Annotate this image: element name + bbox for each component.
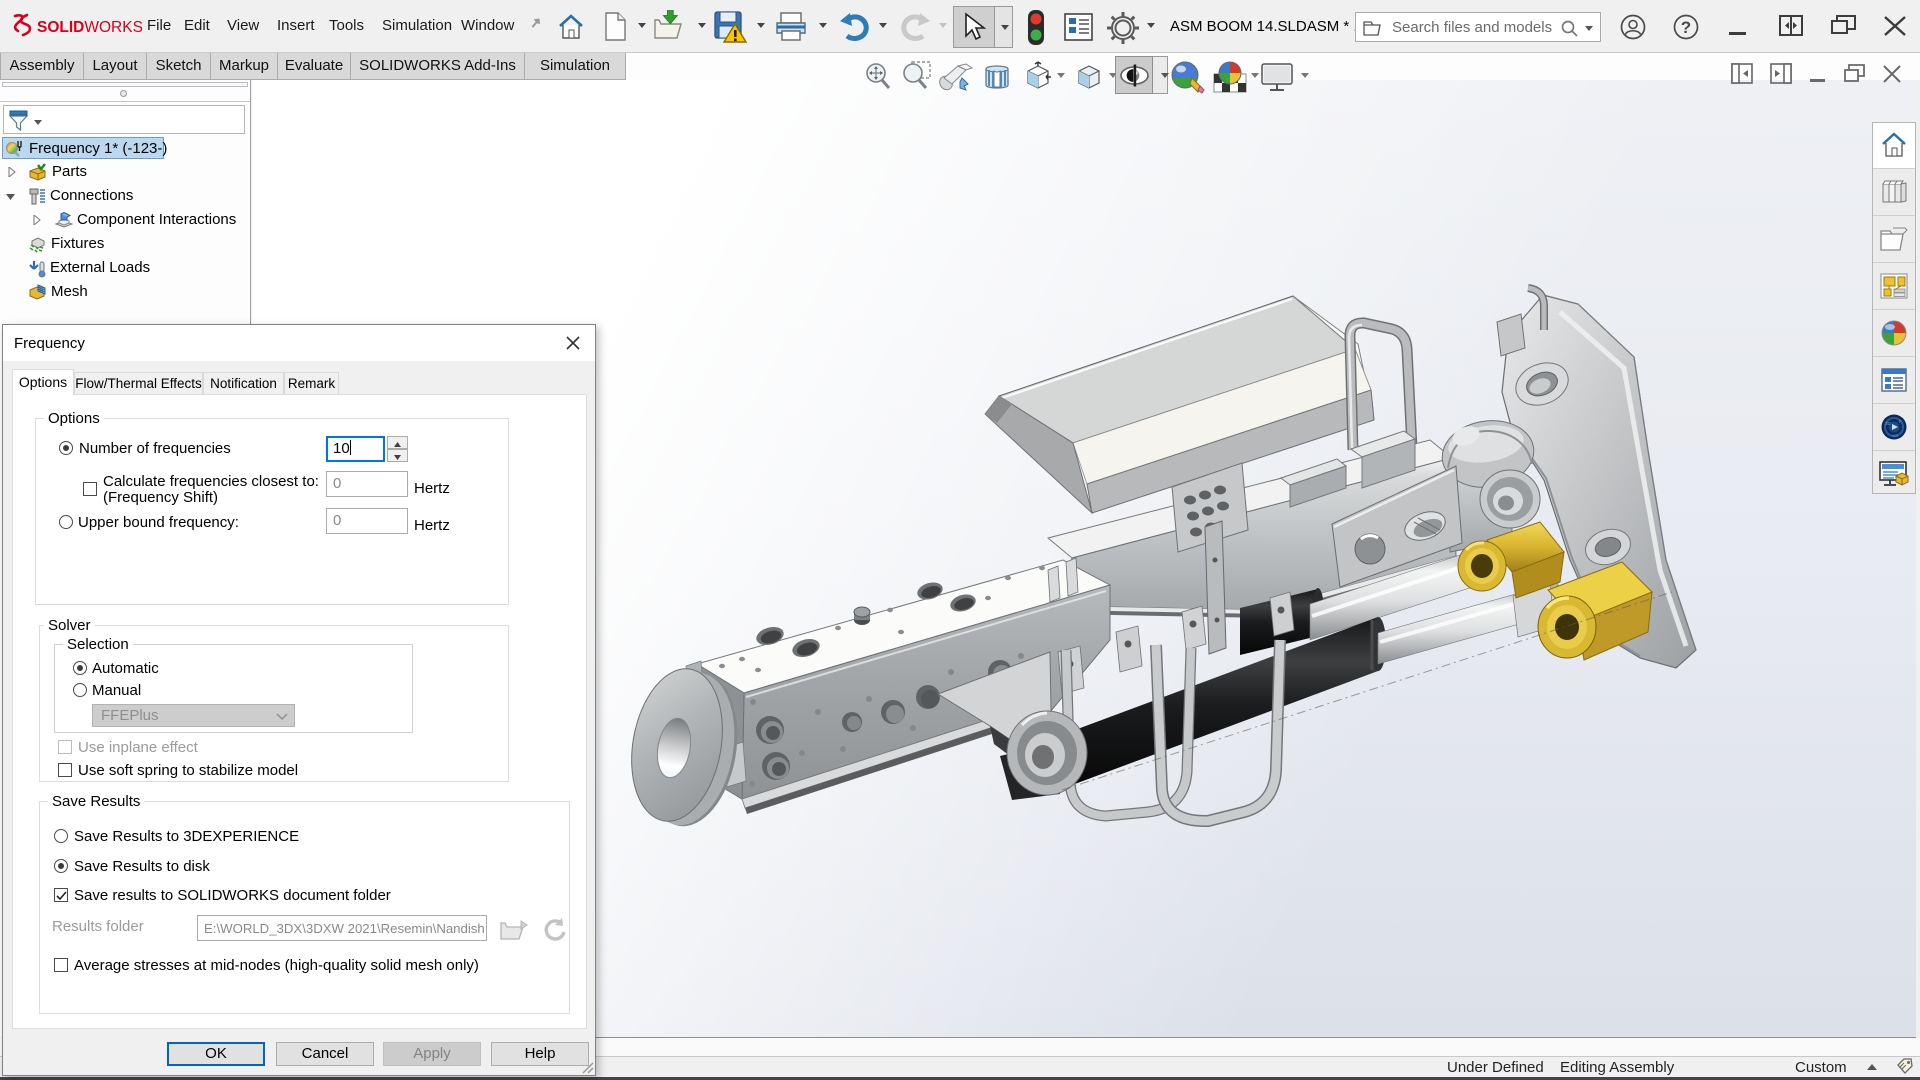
svg-text:SOLIDWORKS: SOLIDWORKS — [37, 19, 143, 36]
svg-text:F: F — [1899, 419, 1902, 424]
svg-text:V,R: V,R — [1892, 433, 1898, 438]
svg-text:3D: 3D — [1885, 421, 1892, 426]
svg-text:?: ? — [1681, 18, 1691, 37]
